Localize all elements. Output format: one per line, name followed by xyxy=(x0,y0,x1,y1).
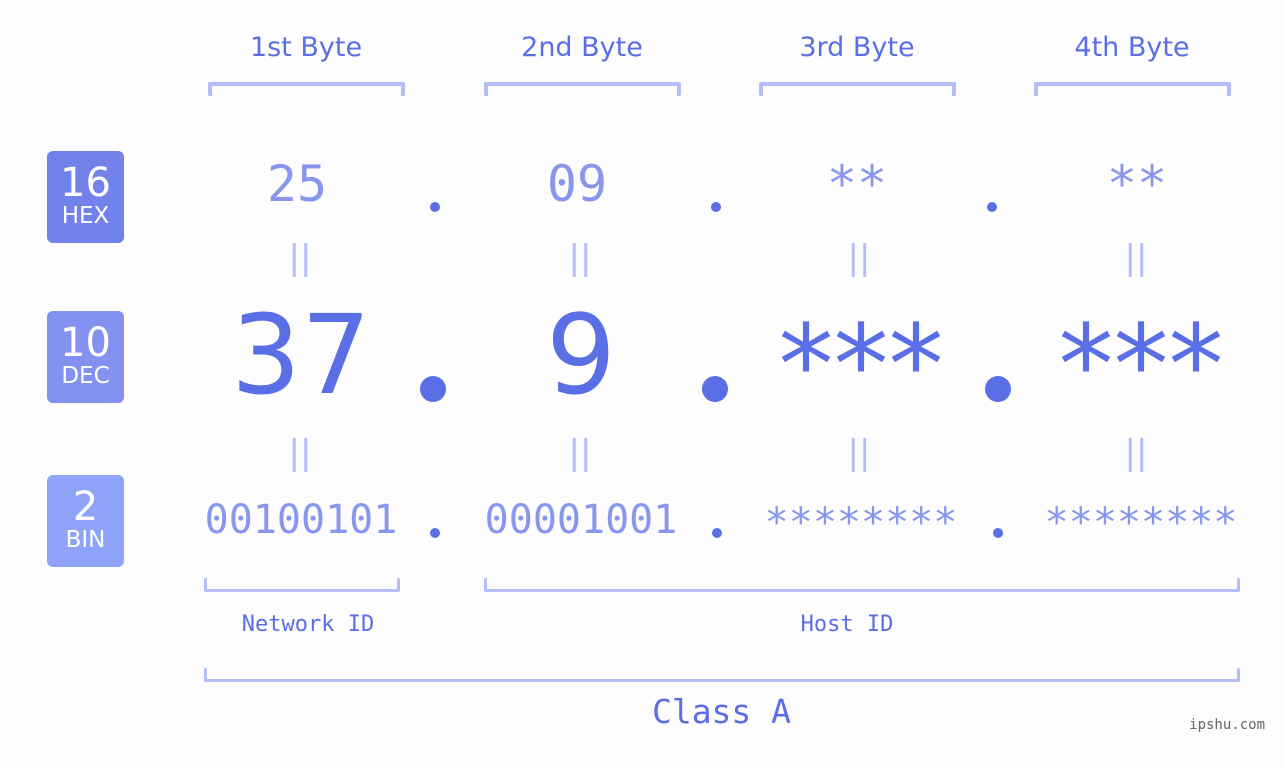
hex-value-2: 09 xyxy=(546,155,608,213)
byte-bracket-4 xyxy=(1034,82,1231,96)
byte-header-3: 3rd Byte xyxy=(799,32,915,63)
dec-badge-label: DEC xyxy=(61,363,110,389)
class-bracket xyxy=(204,668,1240,682)
dec-badge: 10 DEC xyxy=(47,311,124,403)
byte-header-2: 2nd Byte xyxy=(521,32,643,63)
hex-value-1: 25 xyxy=(266,155,328,213)
hex-badge-label: HEX xyxy=(61,203,110,229)
host-id-bracket xyxy=(484,578,1240,592)
hex-badge: 16 HEX xyxy=(47,151,124,243)
bin-value-4: ******** xyxy=(1044,500,1238,546)
byte-header-1: 1st Byte xyxy=(249,32,363,63)
hex-badge-number: 16 xyxy=(60,160,111,206)
dec-value-2: 9 xyxy=(546,291,616,419)
equals-sign: || xyxy=(1124,238,1148,278)
bin-value-3: ******** xyxy=(764,500,958,546)
equals-sign: || xyxy=(288,433,312,473)
bin-value-2: 00001001 xyxy=(484,497,678,543)
byte-header-4: 4th Byte xyxy=(1074,32,1190,63)
watermark: ipshu.com xyxy=(1189,717,1265,733)
bin-dot-3 xyxy=(993,528,1003,538)
bin-dot-1 xyxy=(430,528,440,538)
equals-sign: || xyxy=(847,238,871,278)
hex-value-4: ** xyxy=(1106,155,1168,213)
dec-dot-2 xyxy=(702,376,728,402)
hex-value-3: ** xyxy=(826,155,888,213)
dec-dot-1 xyxy=(420,376,446,402)
hex-dot-2 xyxy=(711,202,721,212)
bin-badge-label: BIN xyxy=(65,527,106,553)
bin-badge-number: 2 xyxy=(72,484,99,530)
byte-bracket-1 xyxy=(208,82,405,96)
equals-sign: || xyxy=(847,433,871,473)
host-id-label: Host ID xyxy=(800,612,894,637)
class-label: Class A xyxy=(651,692,792,731)
network-id-bracket xyxy=(204,578,400,592)
bin-value-1: 00100101 xyxy=(204,497,398,543)
equals-sign: || xyxy=(568,433,592,473)
hex-dot-1 xyxy=(430,202,440,212)
equals-sign: || xyxy=(568,238,592,278)
bin-dot-2 xyxy=(712,528,722,538)
dec-value-3: *** xyxy=(778,301,944,429)
network-id-label: Network ID xyxy=(241,612,375,637)
dec-dot-3 xyxy=(985,376,1011,402)
byte-bracket-2 xyxy=(484,82,681,96)
dec-value-4: *** xyxy=(1058,301,1224,429)
dec-value-1: 37 xyxy=(231,291,371,419)
equals-sign: || xyxy=(288,238,312,278)
equals-sign: || xyxy=(1124,433,1148,473)
bin-badge: 2 BIN xyxy=(47,475,124,567)
dec-badge-number: 10 xyxy=(60,320,111,366)
hex-dot-3 xyxy=(987,202,997,212)
byte-bracket-3 xyxy=(759,82,956,96)
